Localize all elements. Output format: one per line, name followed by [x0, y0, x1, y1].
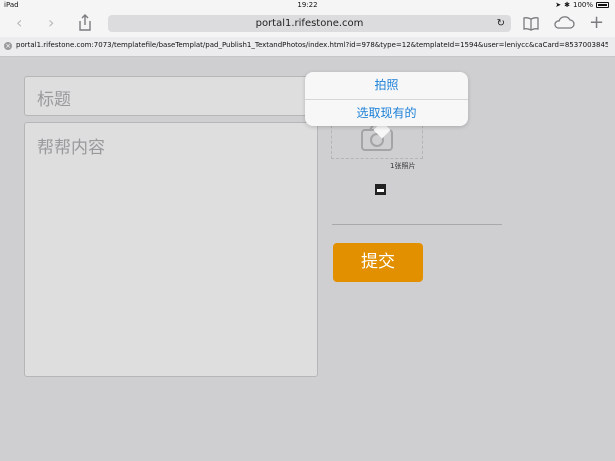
location-icon: ➤	[555, 1, 562, 9]
tab-bar: × portal1.rifestone.com:7073/templatefil…	[0, 37, 615, 57]
icloud-tabs-icon[interactable]	[553, 14, 575, 36]
photo-thumbnail-icon[interactable]	[375, 184, 386, 195]
back-icon[interactable]: ‹	[16, 15, 22, 31]
close-tab-icon[interactable]: ×	[4, 42, 12, 50]
status-bar: iPad 19:22 ➤ ✱ 100%	[0, 0, 615, 11]
share-icon[interactable]	[78, 14, 92, 36]
forward-icon[interactable]: ›	[48, 15, 54, 31]
divider	[332, 224, 502, 225]
url-text: portal1.rifestone.com	[255, 18, 364, 29]
status-indicators: ➤ ✱ 100%	[555, 1, 609, 9]
new-tab-icon[interactable]: +	[589, 12, 604, 33]
address-bar[interactable]: portal1.rifestone.com ↻	[108, 15, 511, 32]
title-input[interactable]: 标题	[24, 76, 318, 116]
photo-count-label: 1张照片	[390, 162, 416, 170]
reload-icon[interactable]: ↻	[497, 15, 505, 32]
content-textarea[interactable]: 帮帮内容	[24, 122, 318, 377]
browser-toolbar: ‹ › portal1.rifestone.com ↻ +	[0, 11, 615, 37]
tab-title[interactable]: portal1.rifestone.com:7073/templatefile/…	[16, 41, 608, 49]
bookmarks-icon[interactable]	[522, 14, 540, 36]
bluetooth-icon: ✱	[564, 1, 570, 9]
take-photo-option[interactable]: 拍照	[305, 72, 468, 99]
photo-source-popover: 拍照 选取现有的	[305, 72, 468, 126]
battery-percent: 100%	[572, 1, 593, 9]
choose-existing-option[interactable]: 选取现有的	[305, 100, 468, 127]
submit-button[interactable]: 提交	[333, 243, 423, 282]
battery-icon	[596, 2, 609, 8]
clock: 19:22	[297, 1, 318, 9]
